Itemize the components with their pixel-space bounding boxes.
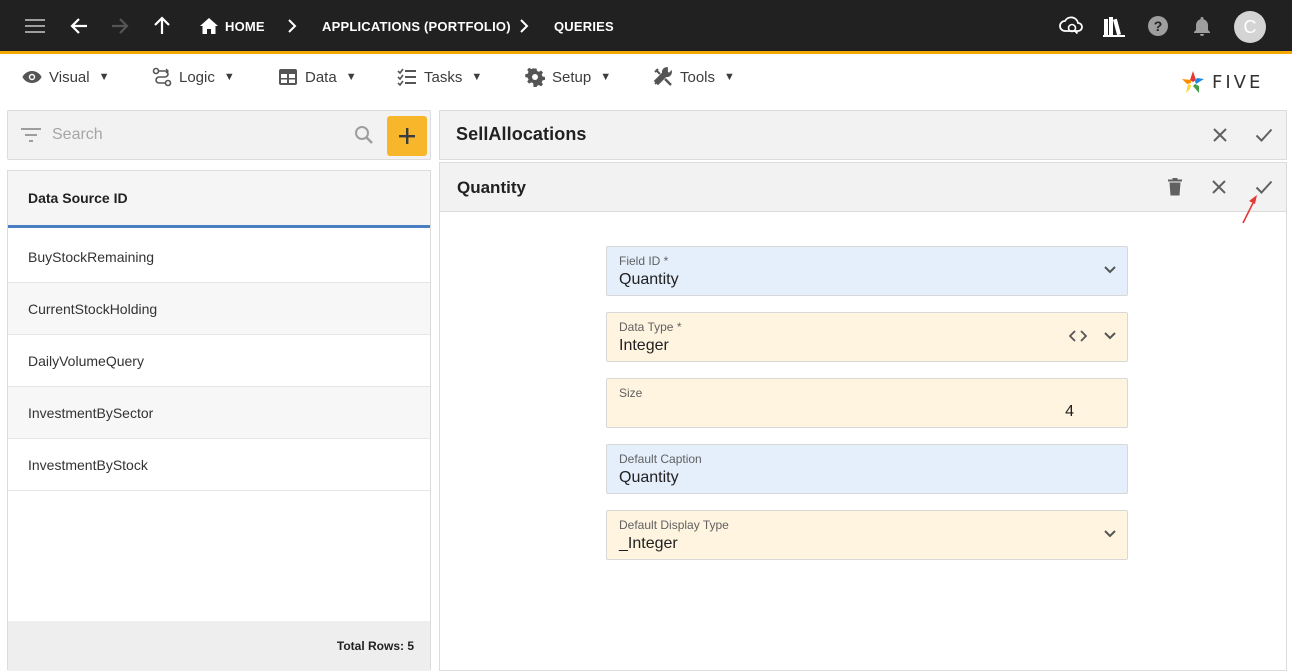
chevron-down-icon[interactable] [1103,526,1117,544]
hamburger-menu-icon[interactable] [22,0,48,52]
search-bar: Search [7,110,431,160]
menu-visual-label: Visual [49,68,90,86]
library-books-icon[interactable] [1100,0,1128,52]
search-icon[interactable] [354,125,374,150]
tools-icon [653,67,672,86]
logic-icon [152,67,172,87]
default-display-type-value: _Integer [619,535,678,552]
annotation-arrow-icon [1242,195,1257,224]
menu-logic-label: Logic [179,68,215,86]
data-type-label: Data Type * [619,320,682,334]
field-close-icon[interactable] [1205,173,1233,201]
default-caption-input[interactable]: Default Caption Quantity [606,444,1128,494]
record-close-icon[interactable] [1206,121,1234,149]
menu-tools-label: Tools [680,68,716,86]
menu-tasks[interactable]: Tasks ▼ [397,61,482,93]
five-logo-text: FIVE [1212,71,1264,93]
breadcrumb-applications[interactable]: APPLICATIONS (PORTFOLIO) [322,0,511,52]
table-icon [279,69,297,85]
user-avatar[interactable]: C [1234,11,1266,43]
five-logo-mark [1182,71,1204,93]
total-rows-label: Total Rows: 5 [8,621,430,671]
search-input[interactable]: Search [52,126,103,144]
size-value: 4 [1065,403,1074,420]
chevron-down-icon[interactable] [1103,328,1117,346]
list-item[interactable]: InvestmentBySector [8,387,430,439]
menu-data-label: Data [305,68,337,86]
home-icon[interactable] [198,0,220,52]
caret-down-icon: ▼ [345,71,357,83]
plus-icon [399,128,415,144]
field-detail-title: Quantity [457,178,526,197]
top-app-bar: HOME APPLICATIONS (PORTFOLIO) QUERIES ? … [0,0,1292,54]
eye-icon [22,71,42,83]
data-source-list: Data Source ID BuyStockRemaining Current… [7,170,431,671]
notifications-bell-icon[interactable] [1190,0,1214,52]
main-menu-bar: Visual ▼ Logic ▼ Data ▼ Tasks ▼ Setup ▼ Tools… [0,55,1292,103]
record-panel-header: SellAllocations [439,110,1287,160]
code-brackets-icon[interactable] [1068,329,1088,347]
delete-trash-icon[interactable] [1161,173,1189,201]
list-column-header[interactable]: Data Source ID [8,171,430,228]
field-id-select[interactable]: Field ID * Quantity [606,246,1128,296]
breadcrumb-queries[interactable]: QUERIES [554,0,614,52]
caret-down-icon: ▼ [600,71,612,83]
caret-down-icon: ▼ [471,71,483,83]
chevron-down-icon[interactable] [1103,262,1117,280]
default-caption-label: Default Caption [619,452,702,466]
field-detail-header: Quantity [440,163,1286,212]
five-logo: FIVE [1180,69,1263,95]
menu-logic[interactable]: Logic ▼ [152,61,235,93]
record-save-check-icon[interactable] [1250,121,1278,149]
list-item[interactable]: CurrentStockHolding [8,283,430,335]
breadcrumb-chevron-icon [282,0,302,52]
list-item[interactable]: DailyVolumeQuery [8,335,430,387]
cloud-deploy-icon[interactable] [1057,0,1085,52]
size-label: Size [619,386,643,400]
caret-down-icon: ▼ [98,71,110,83]
field-detail-panel: Quantity Field ID * Quantity Data Type *… [439,162,1287,671]
caret-down-icon: ▼ [724,71,735,83]
field-id-value: Quantity [619,271,679,288]
tasks-icon [397,68,416,86]
back-arrow-icon[interactable] [66,0,92,52]
menu-setup-label: Setup [552,68,592,86]
menu-setup[interactable]: Setup ▼ [525,61,611,93]
menu-data[interactable]: Data ▼ [278,61,357,93]
forward-arrow-icon[interactable] [107,0,133,52]
data-type-select[interactable]: Data Type * Integer [606,312,1128,362]
list-item[interactable]: BuyStockRemaining [8,231,430,283]
add-record-button[interactable] [387,116,427,156]
filter-icon[interactable] [21,127,41,148]
size-input[interactable]: Size 4 [606,378,1128,428]
menu-visual[interactable]: Visual ▼ [22,61,109,93]
menu-tools[interactable]: Tools ▼ [653,61,735,93]
default-display-type-select[interactable]: Default Display Type _Integer [606,510,1128,560]
svg-text:?: ? [1154,18,1163,34]
gear-icon [525,67,545,87]
help-icon[interactable]: ? [1145,0,1171,52]
list-item[interactable]: InvestmentByStock [8,439,430,491]
menu-tasks-label: Tasks [424,68,463,86]
default-caption-value: Quantity [619,469,679,486]
field-id-label: Field ID * [619,254,669,268]
breadcrumb-home[interactable]: HOME [225,0,265,52]
data-type-value: Integer [619,337,669,354]
record-title: SellAllocations [456,124,587,144]
default-display-type-label: Default Display Type [619,518,729,532]
up-arrow-icon[interactable] [150,0,174,52]
breadcrumb-chevron-icon [514,0,534,52]
caret-down-icon: ▼ [223,71,235,83]
